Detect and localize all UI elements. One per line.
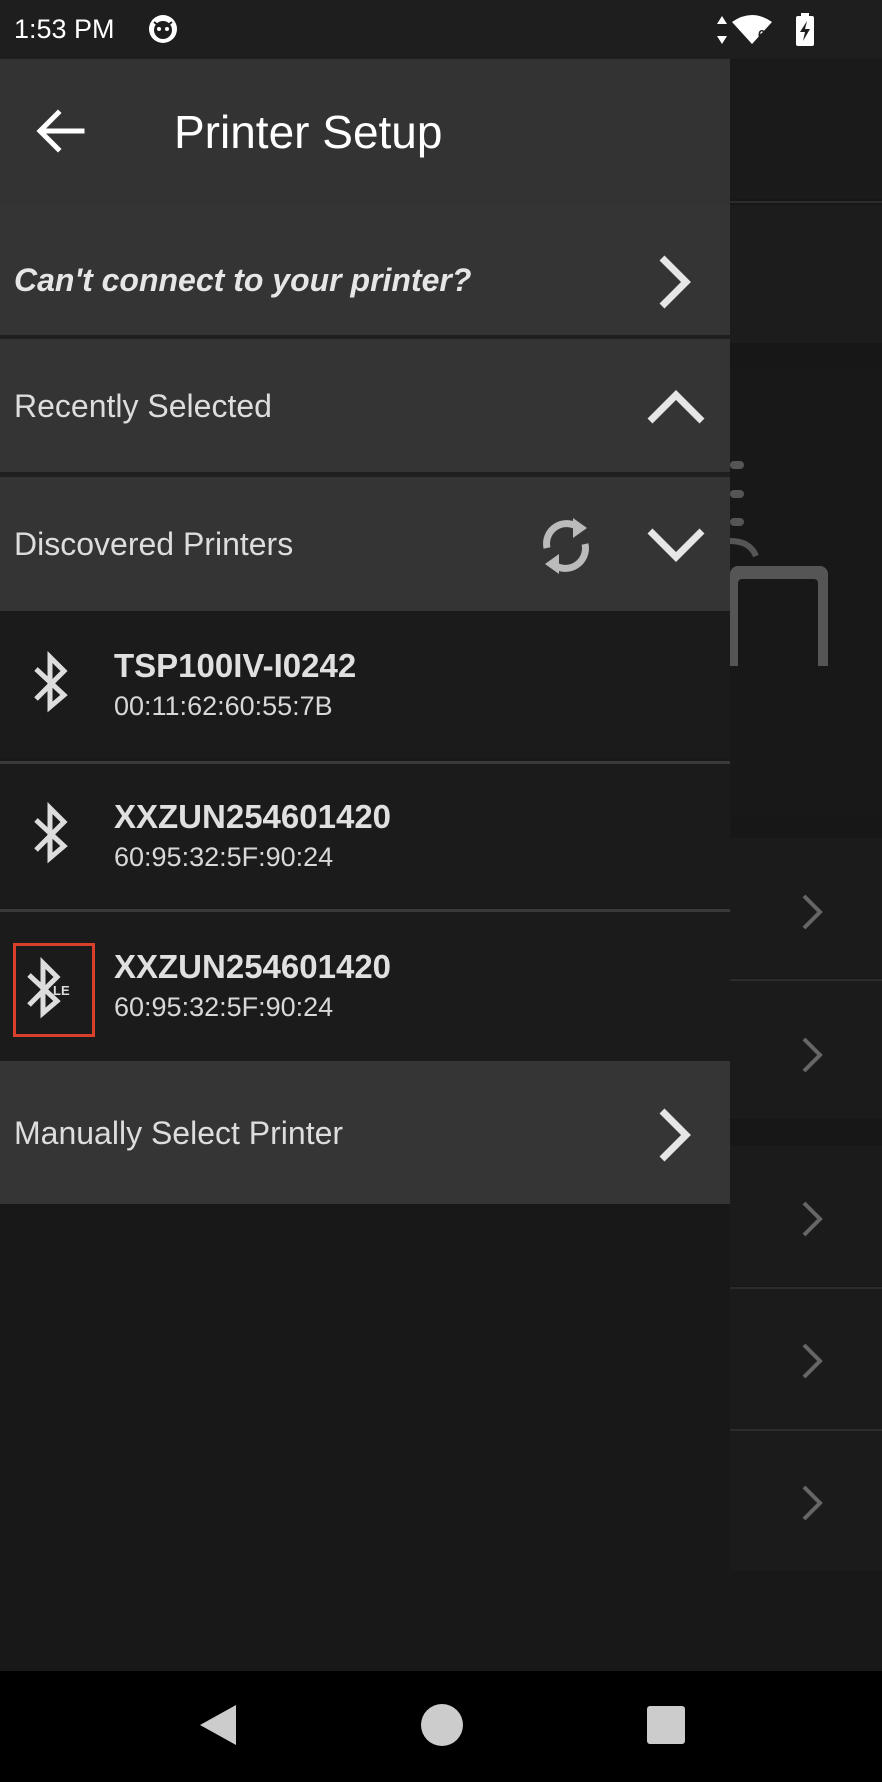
bg-divider — [730, 201, 882, 203]
bg-footer — [730, 1571, 882, 1671]
bluetooth-icon — [34, 801, 68, 864]
manually-select-printer-button[interactable]: Manually Select Printer — [0, 1061, 730, 1204]
chevron-right-icon — [802, 1201, 823, 1237]
printer-mac-address: 60:95:32:5F:90:24 — [114, 842, 334, 872]
chevron-right-icon — [659, 255, 691, 309]
cant-connect-label: Can't connect to your printer? — [14, 262, 472, 298]
arrow-left-icon[interactable] — [30, 99, 94, 163]
recently-selected-header[interactable]: Recently Selected — [0, 339, 730, 472]
chevron-right-icon — [802, 1485, 823, 1521]
status-bar: 1:53 PM 6 — [0, 0, 882, 59]
page-title: Printer Setup — [174, 106, 443, 158]
wifi-icon: 6 — [732, 15, 772, 44]
chevron-up-icon[interactable] — [644, 379, 708, 435]
printer-mac-address: 60:95:32:5F:90:24 — [114, 992, 334, 1022]
manually-select-label: Manually Select Printer — [14, 1115, 344, 1151]
printer-setup-drawer: Printer Setup Can't connect to your prin… — [0, 59, 730, 1671]
discovered-printers-header[interactable]: Discovered Printers — [0, 477, 730, 611]
chevron-right-icon — [802, 894, 823, 930]
data-arrows-icon — [717, 16, 727, 44]
printer-list-item[interactable]: XXZUN254601420 60:95:32:5F:90:24 — [0, 764, 730, 908]
chevron-down-icon[interactable] — [644, 517, 708, 573]
chevron-right-icon — [802, 1037, 823, 1073]
bluetooth-le-icon-wrapper: LE — [13, 943, 95, 1037]
bluetooth-le-icon: LE — [27, 956, 70, 1019]
svg-text:6: 6 — [758, 27, 765, 42]
printer-list-item[interactable]: LE XXZUN254601420 60:95:32:5F:90:24 — [0, 912, 730, 1061]
chevron-right-icon — [802, 1343, 823, 1379]
printer-mac-address: 00:11:62:60:55:7B — [114, 691, 333, 721]
svg-text:LE: LE — [53, 983, 70, 998]
status-time: 1:53 PM — [14, 14, 115, 44]
bg-section — [730, 205, 882, 343]
bg-illustration-area — [730, 366, 882, 817]
refresh-icon[interactable] — [533, 508, 599, 584]
status-icons: 6 — [717, 13, 814, 46]
printer-name: XXZUN254601420 — [114, 798, 392, 835]
bluetooth-icon — [34, 650, 68, 713]
device-illustration-icon — [730, 461, 828, 666]
chevron-right-icon — [659, 1108, 691, 1162]
back-triangle-icon[interactable] — [186, 1693, 250, 1757]
recently-selected-label: Recently Selected — [14, 388, 272, 424]
battery-charging-icon — [796, 13, 814, 46]
drawer-header: Printer Setup — [0, 59, 730, 204]
printer-list-item[interactable]: TSP100IV-I0242 00:11:62:60:55:7B — [0, 611, 730, 758]
printer-name: TSP100IV-I0242 — [114, 647, 357, 684]
system-nav-bar — [0, 1671, 882, 1782]
home-circle-icon[interactable] — [410, 1693, 474, 1757]
recents-square-icon[interactable] — [634, 1693, 698, 1757]
printer-name: XXZUN254601420 — [114, 948, 392, 985]
discovered-printers-label: Discovered Printers — [14, 526, 294, 562]
app-notification-icon — [149, 15, 177, 43]
bg-header — [730, 59, 882, 199]
